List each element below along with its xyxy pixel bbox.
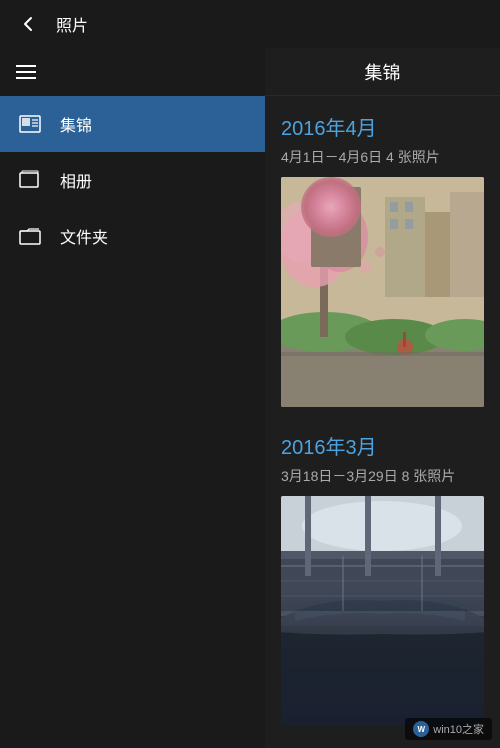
watermark-logo: W: [413, 721, 429, 737]
content-header: 集锦: [265, 48, 500, 96]
sidebar-item-folders[interactable]: 文件夹: [0, 208, 265, 264]
section-april-meta: 4月1日－4月6日 4 张照片: [281, 147, 484, 167]
folders-icon: [16, 222, 44, 250]
highlights-icon: [16, 110, 44, 138]
sidebar-item-folders-label: 文件夹: [60, 224, 108, 248]
back-button[interactable]: [16, 12, 40, 36]
hamburger-button[interactable]: [0, 48, 265, 96]
photo-april-image: [281, 177, 484, 407]
app-title: 照片: [56, 12, 88, 36]
sidebar-item-highlights-label: 集锦: [60, 112, 92, 136]
section-april: 2016年4月 4月1日－4月6日 4 张照片: [281, 112, 484, 407]
sidebar-item-highlights[interactable]: 集锦: [0, 96, 265, 152]
title-bar: 照片: [0, 0, 500, 48]
section-march: 2016年3月 3月18日－3月29日 8 张照片: [281, 431, 484, 726]
section-march-title: 2016年3月: [281, 431, 484, 460]
hamburger-icon: [16, 65, 36, 79]
section-march-meta: 3月18日－3月29日 8 张照片: [281, 466, 484, 486]
main-layout: 集锦 相册 文件夹 集锦: [0, 48, 500, 748]
watermark-text: win10之家: [433, 721, 484, 737]
watermark: W win10之家: [405, 718, 492, 740]
photo-march-image: [281, 496, 484, 726]
sidebar-item-albums[interactable]: 相册: [0, 152, 265, 208]
content-scroll[interactable]: 2016年4月 4月1日－4月6日 4 张照片: [265, 96, 500, 748]
content-title: 集锦: [365, 59, 401, 85]
photo-april-preview[interactable]: [281, 177, 484, 407]
content-area: 集锦 2016年4月 4月1日－4月6日 4 张照片: [265, 48, 500, 748]
section-april-title: 2016年4月: [281, 112, 484, 141]
photo-march-preview[interactable]: [281, 496, 484, 726]
albums-icon: [16, 166, 44, 194]
sidebar-item-albums-label: 相册: [60, 168, 92, 192]
sidebar: 集锦 相册 文件夹: [0, 48, 265, 748]
